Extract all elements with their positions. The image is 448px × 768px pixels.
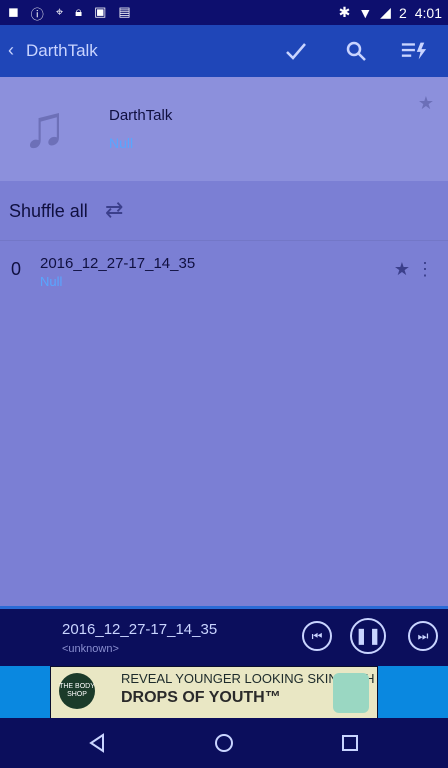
ad-banner[interactable]: THE BODY SHOP REVEAL YOUNGER LOOKING SKI… (0, 666, 448, 720)
navigation-bar (0, 718, 448, 768)
search-icon[interactable] (342, 37, 370, 65)
body-shop-logo: THE BODY SHOP (59, 673, 95, 709)
check-icon[interactable] (282, 37, 310, 65)
info-icon: ⓘ (30, 7, 44, 22)
status-bar: ◼ ⓘ ⌖ 🔒︎ ▣ ▤ ✱ ▼ ◢ 2 4:01 (0, 0, 448, 25)
album-title: DarthTalk (109, 107, 173, 124)
more-icon[interactable]: ⋮ (416, 259, 434, 280)
track-index: 0 (11, 259, 22, 279)
back-arrow-icon[interactable]: ‹ (8, 40, 14, 61)
toolbar: ‹ DarthTalk (0, 25, 448, 77)
player-subtitle: <unknown> (62, 643, 119, 655)
previous-icon[interactable]: ⏮ (302, 621, 332, 651)
status-left-icons: ◼ ⓘ ⌖ 🔒︎ ▣ ▤ (8, 4, 131, 23)
calendar-icon: ▤ (118, 4, 131, 19)
shuffle-icon: ⇄ (105, 197, 124, 222)
product-image (333, 673, 369, 713)
signal-icon: ◢ (380, 4, 391, 20)
notification-icon: ◼ (8, 4, 19, 19)
gps-icon: ⌖ (55, 4, 64, 19)
track-title: 2016_12_27-17_14_35 (40, 255, 196, 272)
star-icon[interactable]: ★ (418, 93, 434, 114)
bluetooth-icon: ✱ (338, 4, 351, 20)
album-header: ♫ DarthTalk Null ★ (0, 77, 448, 181)
shuffle-all-row[interactable]: Shuffle all ⇄ (0, 181, 448, 239)
music-note-icon: ♫ (22, 93, 67, 160)
next-icon[interactable]: ⏭ (408, 621, 438, 651)
queue-icon[interactable] (400, 37, 428, 65)
pause-icon[interactable]: ❚❚ (350, 618, 386, 654)
home-nav-icon[interactable] (213, 732, 235, 754)
player-title: 2016_12_27-17_14_35 (62, 621, 218, 638)
ad-box[interactable]: THE BODY SHOP REVEAL YOUNGER LOOKING SKI… (50, 666, 378, 720)
status-right-icons: ✱ ▼ ◢ 2 4:01 (339, 4, 442, 21)
track-subtitle: Null (40, 274, 63, 289)
empty-list-area (0, 299, 448, 606)
mini-player[interactable]: 2016_12_27-17_14_35 <unknown> ⏮ ❚❚ ⏭ (0, 606, 448, 669)
recents-nav-icon[interactable] (339, 732, 361, 754)
android-icon: ▣ (94, 4, 107, 19)
toolbar-title: DarthTalk (26, 41, 98, 60)
wifi-icon: ▼ (358, 4, 373, 21)
back-nav-icon[interactable] (86, 732, 108, 754)
battery-level: 2 (398, 4, 407, 21)
album-subtitle: Null (109, 135, 134, 151)
ad-line2: DROPS OF YOUTH™ (121, 689, 281, 706)
track-row[interactable]: 0 2016_12_27-17_14_35 Null ★ ⋮ (0, 240, 448, 299)
status-time: 4:01 (414, 4, 442, 21)
star-icon[interactable]: ★ (394, 259, 410, 280)
lock-icon: 🔒︎ (75, 4, 83, 19)
shuffle-all-label: Shuffle all (9, 201, 88, 221)
